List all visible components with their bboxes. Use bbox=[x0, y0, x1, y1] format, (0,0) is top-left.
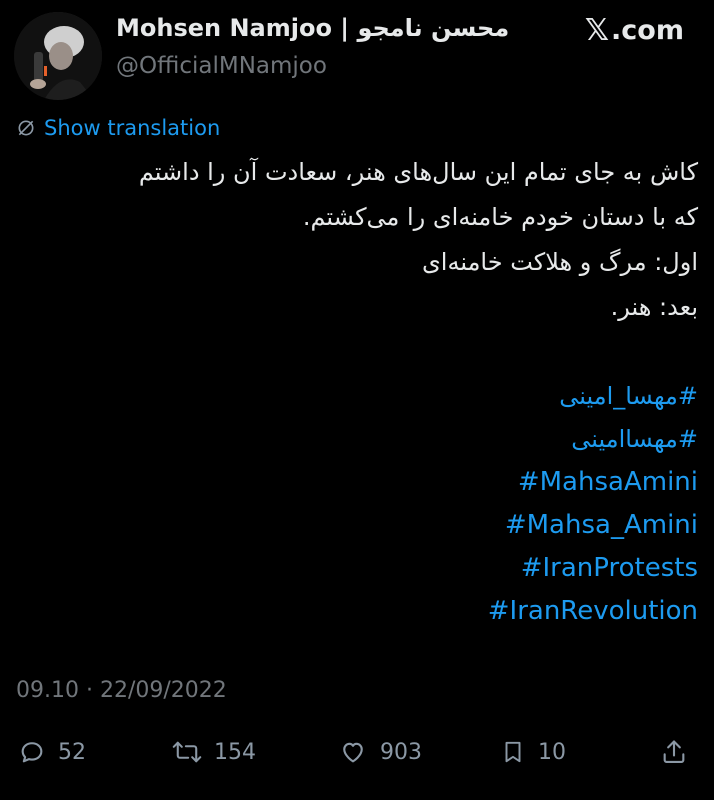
bookmark-icon bbox=[500, 738, 526, 766]
x-brand-logo: 𝕏 .com bbox=[585, 15, 684, 46]
globe-icon bbox=[16, 118, 36, 138]
show-translation-link[interactable]: Show translation bbox=[16, 116, 220, 140]
reply-button[interactable]: 52 bbox=[18, 738, 86, 766]
tweet-line: کاش به جای تمام این سال‌های هنر، سعادت آ… bbox=[138, 158, 698, 186]
user-handle[interactable]: @OfficialMNamjoo bbox=[116, 53, 327, 79]
hashtag-link[interactable]: #MahsaAmini bbox=[16, 461, 698, 504]
avatar[interactable] bbox=[14, 12, 102, 100]
like-count: 903 bbox=[380, 739, 422, 765]
bookmark-button[interactable]: 10 bbox=[500, 738, 566, 766]
action-bar: 52 154 903 10 bbox=[0, 728, 714, 776]
hashtag-link[interactable]: #IranRevolution bbox=[16, 590, 698, 633]
like-button[interactable]: 903 bbox=[338, 738, 422, 766]
hashtag-link[interactable]: #IranProtests bbox=[16, 547, 698, 590]
x-logo-icon: 𝕏 bbox=[584, 12, 610, 48]
brand-suffix: .com bbox=[611, 15, 684, 46]
tweet-line: اول: مرگ و هلاکت خامنه‌ای bbox=[422, 248, 698, 276]
retweet-count: 154 bbox=[214, 739, 256, 765]
share-button[interactable] bbox=[660, 738, 688, 766]
hashtag-link[interactable]: #مهساامینی bbox=[16, 418, 698, 461]
hashtag-link[interactable]: #Mahsa_Amini bbox=[16, 504, 698, 547]
show-translation-label: Show translation bbox=[44, 116, 221, 140]
tweet-line: که با دستان خودم خامنه‌ای را می‌کشتم. bbox=[302, 203, 698, 231]
display-name[interactable]: Mohsen Namjoo | محسن نامجو bbox=[116, 14, 509, 42]
tweet-spacer bbox=[16, 330, 698, 375]
tweet-text: کاش به جای تمام این سال‌های هنر، سعادت آ… bbox=[16, 150, 698, 633]
retweet-icon bbox=[172, 738, 202, 766]
tweet-line: بعد: هنر. bbox=[610, 293, 698, 321]
tweet-timestamp[interactable]: 09.10 · 22/09/2022 bbox=[16, 678, 227, 703]
heart-icon bbox=[338, 738, 368, 766]
hashtag-link[interactable]: #مهسا_امینی bbox=[16, 375, 698, 418]
share-icon bbox=[660, 738, 688, 766]
bookmark-count: 10 bbox=[538, 739, 566, 765]
reply-icon bbox=[18, 738, 46, 766]
retweet-button[interactable]: 154 bbox=[172, 738, 256, 766]
avatar-photo bbox=[14, 12, 102, 100]
reply-count: 52 bbox=[58, 739, 86, 765]
